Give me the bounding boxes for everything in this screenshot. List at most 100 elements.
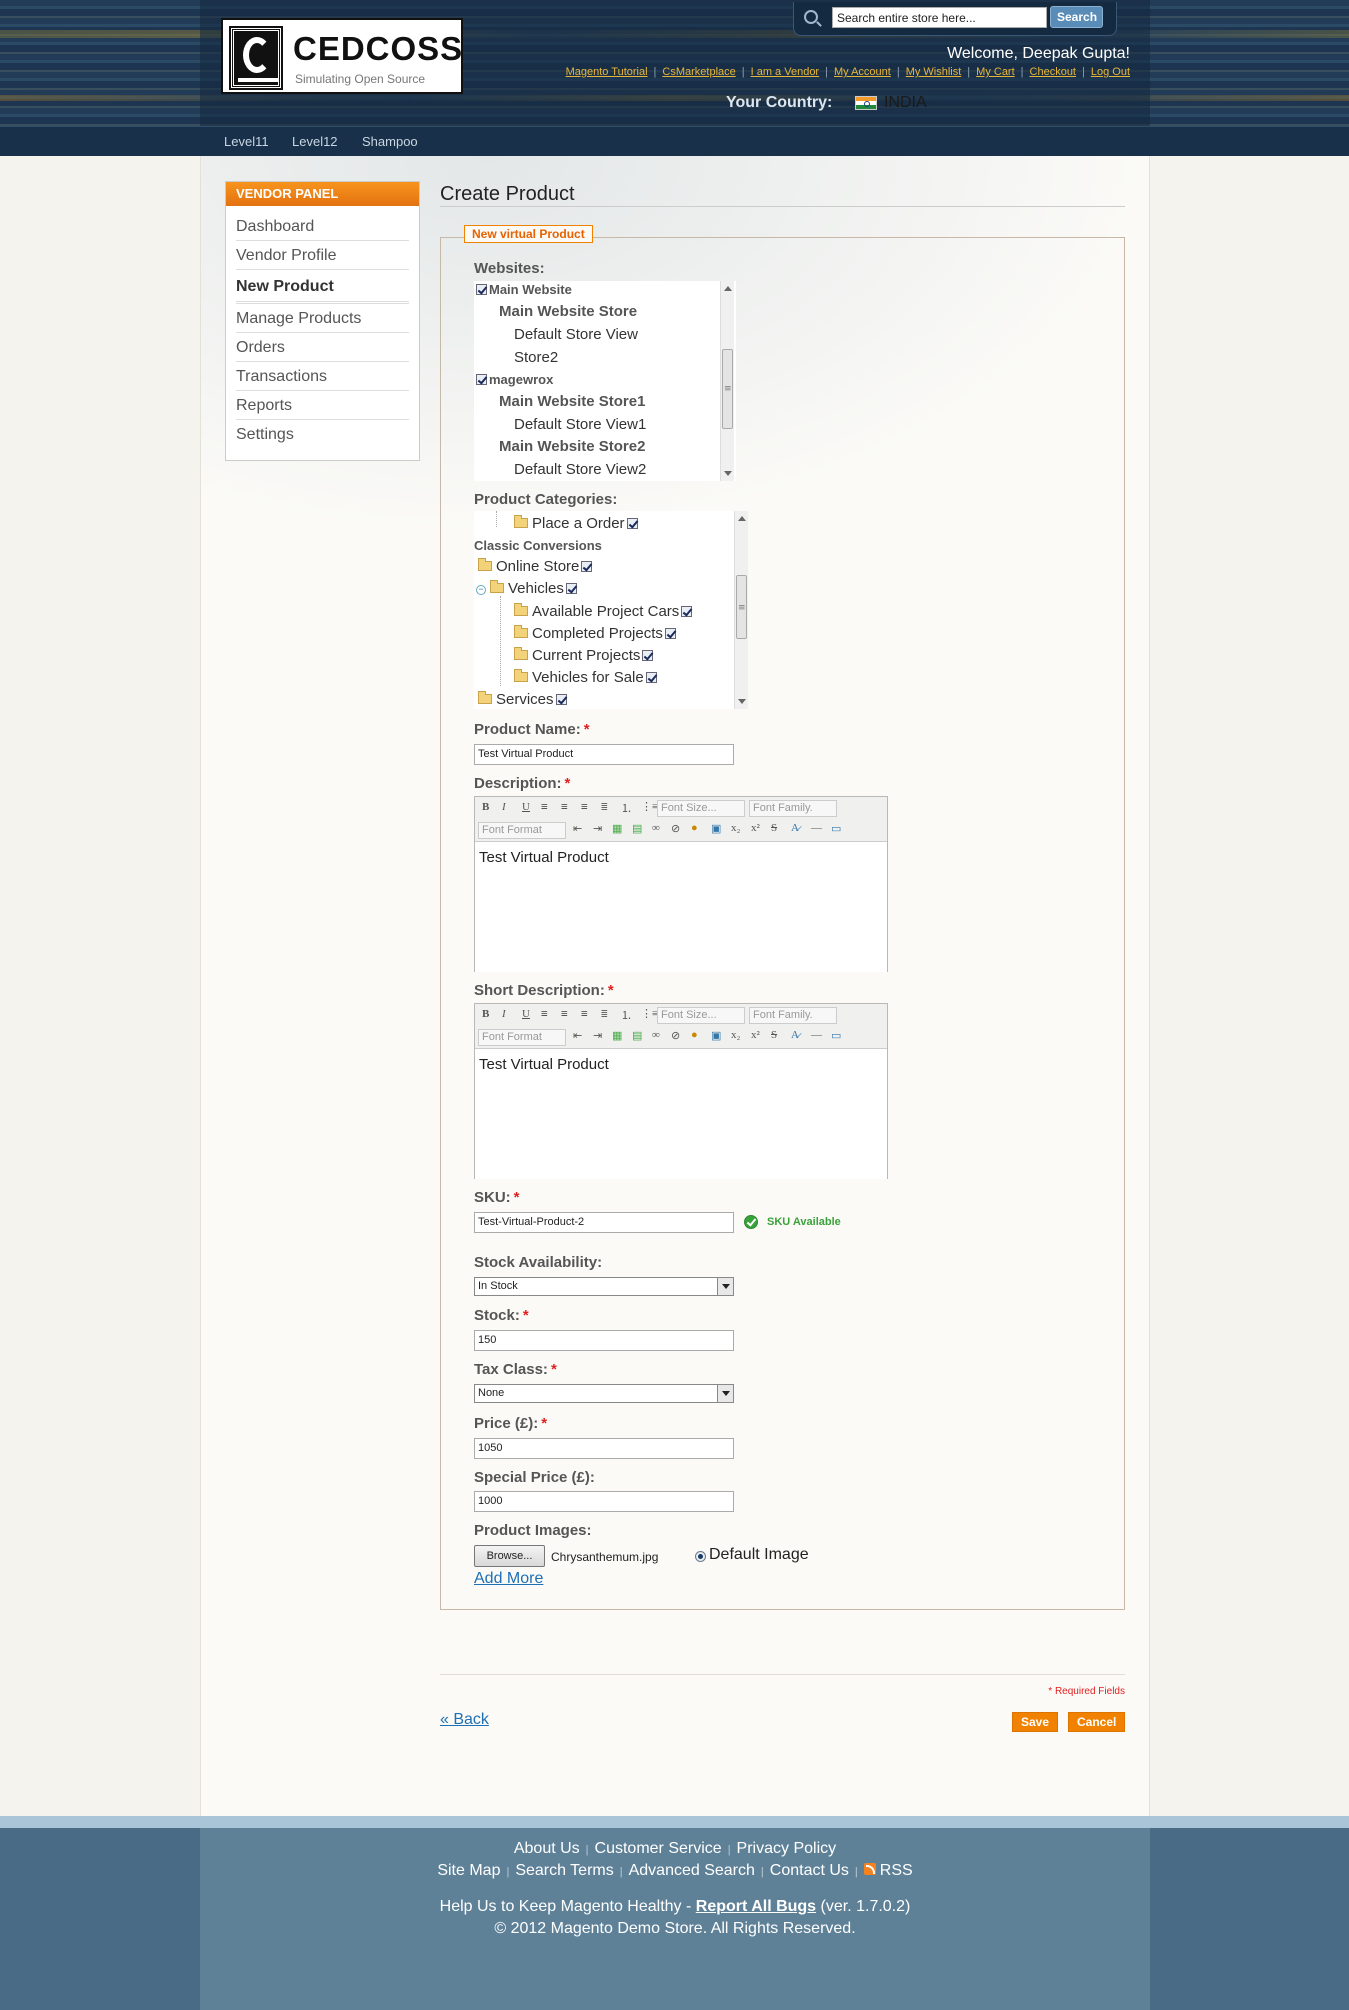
align-right-icon[interactable]: ≡ [581,1007,588,1020]
align-center-icon[interactable]: ≡ [561,1007,568,1020]
checkbox-icon[interactable] [642,650,654,661]
back-link[interactable]: « Back [440,1711,489,1729]
price-input[interactable]: 1050 [474,1438,734,1459]
website-magewrox[interactable]: magewrox [474,372,553,387]
horizontal-rule-icon[interactable]: ― [811,822,822,834]
site-logo[interactable]: CEDCOSS Simulating Open Source [221,18,463,94]
checkbox-icon[interactable] [476,284,487,295]
toplink-my-account[interactable]: My Account [834,66,891,78]
outdent-icon[interactable]: ⇤ [573,822,582,835]
india-flag-icon[interactable] [855,96,877,110]
scroll-down-icon[interactable] [724,471,732,476]
footer-link-site-map[interactable]: Site Map [437,1862,500,1879]
sidebar-item-vendor-profile[interactable]: Vendor Profile [236,241,409,270]
align-right-icon[interactable]: ≡ [581,800,588,813]
toplink-magento-tutorial[interactable]: Magento Tutorial [566,66,648,78]
media-icon[interactable]: ▭ [831,1029,841,1042]
checkbox-icon[interactable] [664,628,676,639]
nav-item-level11[interactable]: Level11 [224,134,269,149]
justify-icon[interactable]: ≣ [601,1007,608,1020]
superscript-icon[interactable]: x² [751,822,760,834]
toplink-checkout[interactable]: Checkout [1030,66,1076,78]
subscript-icon[interactable]: x₂ [731,1029,740,1041]
product-name-input[interactable]: Test Virtual Product [474,744,734,765]
table-icon[interactable]: ▣ [711,1029,721,1042]
toplink-my-wishlist[interactable]: My Wishlist [906,66,962,78]
categories-scrollbar[interactable] [734,511,748,709]
footer-link-advanced-search[interactable]: Advanced Search [629,1862,755,1879]
justify-icon[interactable]: ≣ [601,800,608,813]
media-icon[interactable]: ▭ [831,822,841,835]
indent-icon[interactable]: ⇥ [593,1029,602,1042]
sidebar-item-dashboard[interactable]: Dashboard [236,212,409,241]
scroll-up-icon[interactable] [724,286,732,291]
category-online-store[interactable]: Online Store [478,558,594,575]
rss-icon[interactable] [863,1863,876,1875]
link-icon[interactable]: ∞ [652,1029,660,1041]
footer-link-contact-us[interactable]: Contact Us [770,1862,849,1879]
default-image-radio[interactable] [695,1551,706,1562]
sidebar-item-settings[interactable]: Settings [236,420,409,449]
insert-widget-icon[interactable]: ▤ [632,1029,642,1042]
font-family-dropdown[interactable]: Font Family. [749,1007,837,1024]
numbered-list-icon[interactable]: ⒈ [621,1007,632,1023]
font-family-dropdown[interactable]: Font Family. [749,800,837,817]
font-size-dropdown[interactable]: Font Size... [657,800,745,817]
footer-link-customer-service[interactable]: Customer Service [595,1840,722,1857]
clear-format-icon[interactable]: A̷ [791,1029,799,1041]
bold-icon[interactable]: B [482,801,489,813]
toplink-log-out[interactable]: Log Out [1091,66,1130,78]
unlink-icon[interactable]: ⊘ [671,1029,680,1042]
sidebar-item-reports[interactable]: Reports [236,391,409,420]
browse-button[interactable]: Browse... [474,1545,545,1567]
checkbox-icon[interactable] [555,694,567,705]
bold-icon[interactable]: B [482,1008,489,1020]
chevron-down-icon[interactable] [717,1385,733,1402]
toplink-my-cart[interactable]: My Cart [976,66,1015,78]
category-place-a-order[interactable]: Place a Order [514,515,640,532]
align-left-icon[interactable]: ≡ [541,800,548,813]
toplink-csmarketplace[interactable]: CsMarketplace [662,66,735,78]
website-main-website[interactable]: Main Website [474,282,572,297]
indent-icon[interactable]: ⇥ [593,822,602,835]
link-icon[interactable]: ∞ [652,822,660,834]
nav-item-level12[interactable]: Level12 [292,134,338,149]
tax-class-select[interactable]: None [474,1384,734,1403]
country-name[interactable]: INDIA [884,94,927,112]
subscript-icon[interactable]: x₂ [731,822,740,834]
sidebar-item-new-product[interactable]: New Product [236,270,409,304]
nav-item-shampoo[interactable]: Shampoo [362,134,418,149]
bullet-list-icon[interactable]: ⋮≡ [641,1007,658,1020]
checkbox-icon[interactable] [681,606,693,617]
insert-image-icon[interactable]: ▦ [612,822,622,835]
table-icon[interactable]: ▣ [711,822,721,835]
insert-widget-icon[interactable]: ▤ [632,822,642,835]
search-input[interactable] [832,7,1047,28]
font-format-dropdown[interactable]: Font Format [478,822,566,839]
insert-image-icon[interactable]: ▦ [612,1029,622,1042]
footer-link-search-terms[interactable]: Search Terms [515,1862,613,1879]
font-size-dropdown[interactable]: Font Size... [657,1007,745,1024]
category-current-projects[interactable]: Current Projects [514,647,655,664]
color-icon[interactable]: ● [691,1029,698,1041]
scroll-thumb[interactable] [736,575,747,639]
toplink-i-am-a-vendor[interactable]: I am a Vendor [751,66,820,78]
underline-icon[interactable]: U [522,1008,530,1020]
category-vehicles[interactable]: − Vehicles [476,580,579,597]
report-bugs-link[interactable]: Report All Bugs [696,1898,816,1915]
save-button[interactable]: Save [1012,1712,1059,1732]
scroll-up-icon[interactable] [738,516,746,521]
checkbox-icon[interactable] [645,672,657,683]
superscript-icon[interactable]: x² [751,1029,760,1041]
stock-input[interactable]: 150 [474,1330,734,1351]
checkbox-icon[interactable] [476,374,487,385]
align-left-icon[interactable]: ≡ [541,1007,548,1020]
unlink-icon[interactable]: ⊘ [671,822,680,835]
cancel-button[interactable]: Cancel [1068,1712,1126,1732]
footer-link-privacy-policy[interactable]: Privacy Policy [737,1840,837,1857]
clear-format-icon[interactable]: A̷ [791,822,799,834]
sidebar-item-transactions[interactable]: Transactions [236,362,409,391]
strikethrough-icon[interactable]: S [771,822,777,834]
checkbox-icon[interactable] [626,518,638,529]
scroll-thumb[interactable] [722,349,733,429]
